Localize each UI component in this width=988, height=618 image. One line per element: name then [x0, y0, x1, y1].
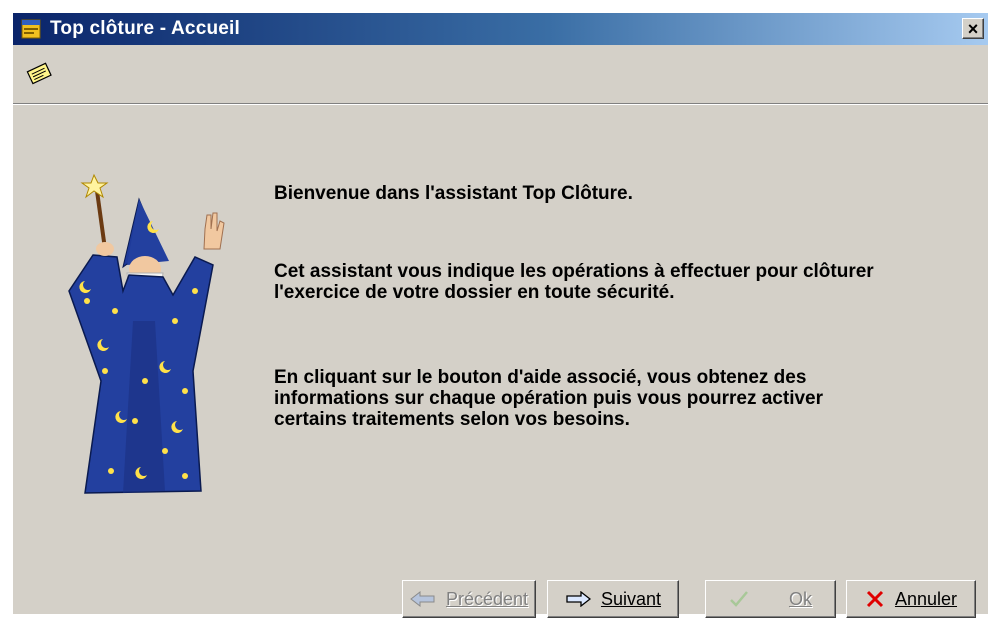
- cancel-label: Annuler: [894, 588, 958, 609]
- app-icon: [20, 18, 42, 40]
- notes-icon[interactable]: [25, 61, 53, 85]
- description-line-2: l'exercice de votre dossier en toute séc…: [274, 282, 675, 303]
- wizard-illustration: [45, 171, 235, 511]
- arrow-right-icon: [565, 591, 591, 607]
- close-button[interactable]: ×: [962, 18, 984, 39]
- description-line-1: Cet assistant vous indique les opération…: [274, 261, 874, 282]
- welcome-heading: Bienvenue dans l'assistant Top Clôture.: [274, 183, 633, 204]
- help-line-3: certains traitements selon vos besoins.: [274, 409, 630, 430]
- description-paragraph: Cet assistant vous indique les opération…: [274, 261, 874, 303]
- previous-label: Précédent: [445, 588, 529, 609]
- title-bar[interactable]: Top clôture - Accueil ×: [13, 13, 988, 45]
- window-title: Top clôture - Accueil: [50, 18, 240, 39]
- help-line-2: informations sur chaque opération puis v…: [274, 388, 823, 409]
- cancel-button[interactable]: Annuler: [846, 580, 976, 618]
- toolbar: [13, 45, 988, 103]
- previous-button[interactable]: Précédent: [402, 580, 536, 618]
- next-label: Suivant: [600, 588, 662, 609]
- help-paragraph: En cliquant sur le bouton d'aide associé…: [274, 367, 823, 430]
- help-line-1: En cliquant sur le bouton d'aide associé…: [274, 367, 807, 388]
- ok-label: Ok: [788, 588, 812, 609]
- arrow-left-icon: [410, 591, 436, 607]
- wizard-window: Top clôture - Accueil × Bienvenue dans l…: [12, 12, 988, 618]
- toolbar-separator: [13, 103, 988, 105]
- ok-button[interactable]: Ok: [705, 580, 836, 618]
- checkmark-icon: [729, 590, 749, 608]
- next-button[interactable]: Suivant: [547, 580, 679, 618]
- cross-icon: [865, 589, 885, 609]
- close-icon: ×: [967, 18, 979, 39]
